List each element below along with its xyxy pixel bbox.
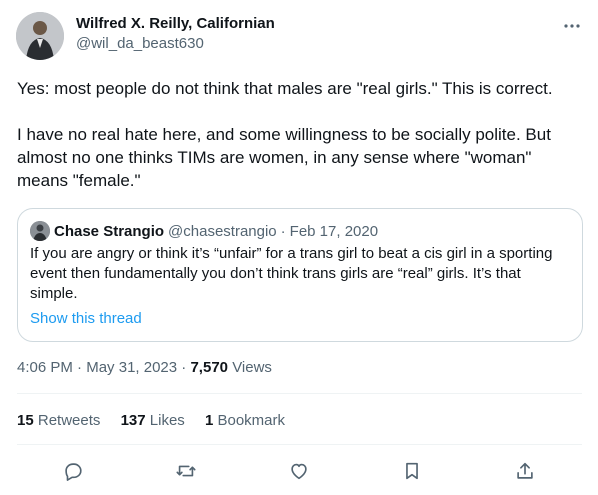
quoted-date[interactable]: Feb 17, 2020: [290, 223, 378, 240]
retweet-icon: [176, 465, 196, 477]
bookmark-icon: [406, 462, 418, 480]
retweets-label: Retweets: [37, 412, 101, 429]
reply-button[interactable]: [60, 458, 86, 484]
meta-separator: ·: [77, 359, 83, 376]
share-icon: [517, 462, 533, 479]
tweet-meta: 4:06 PM · May 31, 2023 · 7,570 Views: [17, 358, 272, 378]
likes-label: Likes: [149, 412, 185, 429]
bookmarks-count: 1: [204, 412, 214, 429]
quoted-tweet-header: Chase Strangio @chasestrangio · Feb 17, …: [30, 221, 378, 241]
quoted-line: event then fundamentally you don’t think…: [30, 265, 521, 282]
retweet-button[interactable]: [173, 458, 199, 484]
more-options-button[interactable]: [562, 16, 582, 36]
reply-icon: [65, 463, 82, 481]
author-name[interactable]: Wilfred X. Reilly, Californian: [76, 14, 275, 34]
quoted-author-avatar[interactable]: [30, 221, 50, 241]
author-handle[interactable]: @wil_da_beast630: [76, 34, 275, 54]
tweet-line: I have no real hate here, and some willi…: [17, 125, 551, 144]
likes-count: 137: [120, 412, 146, 429]
divider: [17, 444, 582, 445]
quoted-separator: ·: [280, 222, 286, 240]
engagement-stats: 15 Retweets 137 Likes 1 Bookmark: [17, 411, 301, 431]
quoted-line: If you are angry or think it’s “unfair” …: [30, 245, 553, 262]
retweets-stat[interactable]: 15 Retweets: [17, 412, 100, 429]
author-block: Wilfred X. Reilly, Californian @wil_da_b…: [76, 14, 275, 54]
tweet-line: almost no one thinks TIMs are women, in …: [17, 148, 532, 167]
retweets-count: 15: [17, 412, 34, 429]
avatar-photo-icon: [16, 12, 64, 60]
like-icon: [291, 463, 307, 480]
views-label: Views: [232, 359, 272, 376]
meta-separator: ·: [181, 359, 187, 376]
tweet-time[interactable]: 4:06 PM: [17, 359, 73, 376]
tweet-text: Yes: most people do not think that males…: [17, 77, 579, 192]
divider: [17, 393, 582, 394]
quoted-author-handle[interactable]: @chasestrangio: [168, 223, 277, 240]
tweet-line: means "female.": [17, 171, 141, 190]
quoted-author-name[interactable]: Chase Strangio: [54, 223, 164, 240]
likes-stat[interactable]: 137 Likes: [121, 412, 185, 429]
share-button[interactable]: [512, 458, 538, 484]
quoted-tweet[interactable]: Chase Strangio @chasestrangio · Feb 17, …: [17, 208, 583, 342]
tweet-line: Yes: most people do not think that males…: [17, 79, 553, 98]
bookmarks-stat[interactable]: 1 Bookmark: [205, 412, 285, 429]
tweet-date[interactable]: May 31, 2023: [86, 359, 177, 376]
author-avatar[interactable]: [16, 12, 64, 60]
avatar-photo-icon: [30, 221, 50, 241]
quoted-tweet-text: If you are angry or think it’s “unfair” …: [30, 244, 575, 304]
more-horizontal-icon: [564, 24, 580, 28]
show-thread-link[interactable]: Show this thread: [30, 309, 142, 329]
bookmarks-label: Bookmark: [217, 412, 286, 429]
views-count: 7,570: [190, 359, 229, 376]
action-bar: [0, 458, 598, 484]
like-button[interactable]: [286, 458, 312, 484]
bookmark-button[interactable]: [399, 458, 425, 484]
quoted-line: simple.: [30, 285, 78, 302]
